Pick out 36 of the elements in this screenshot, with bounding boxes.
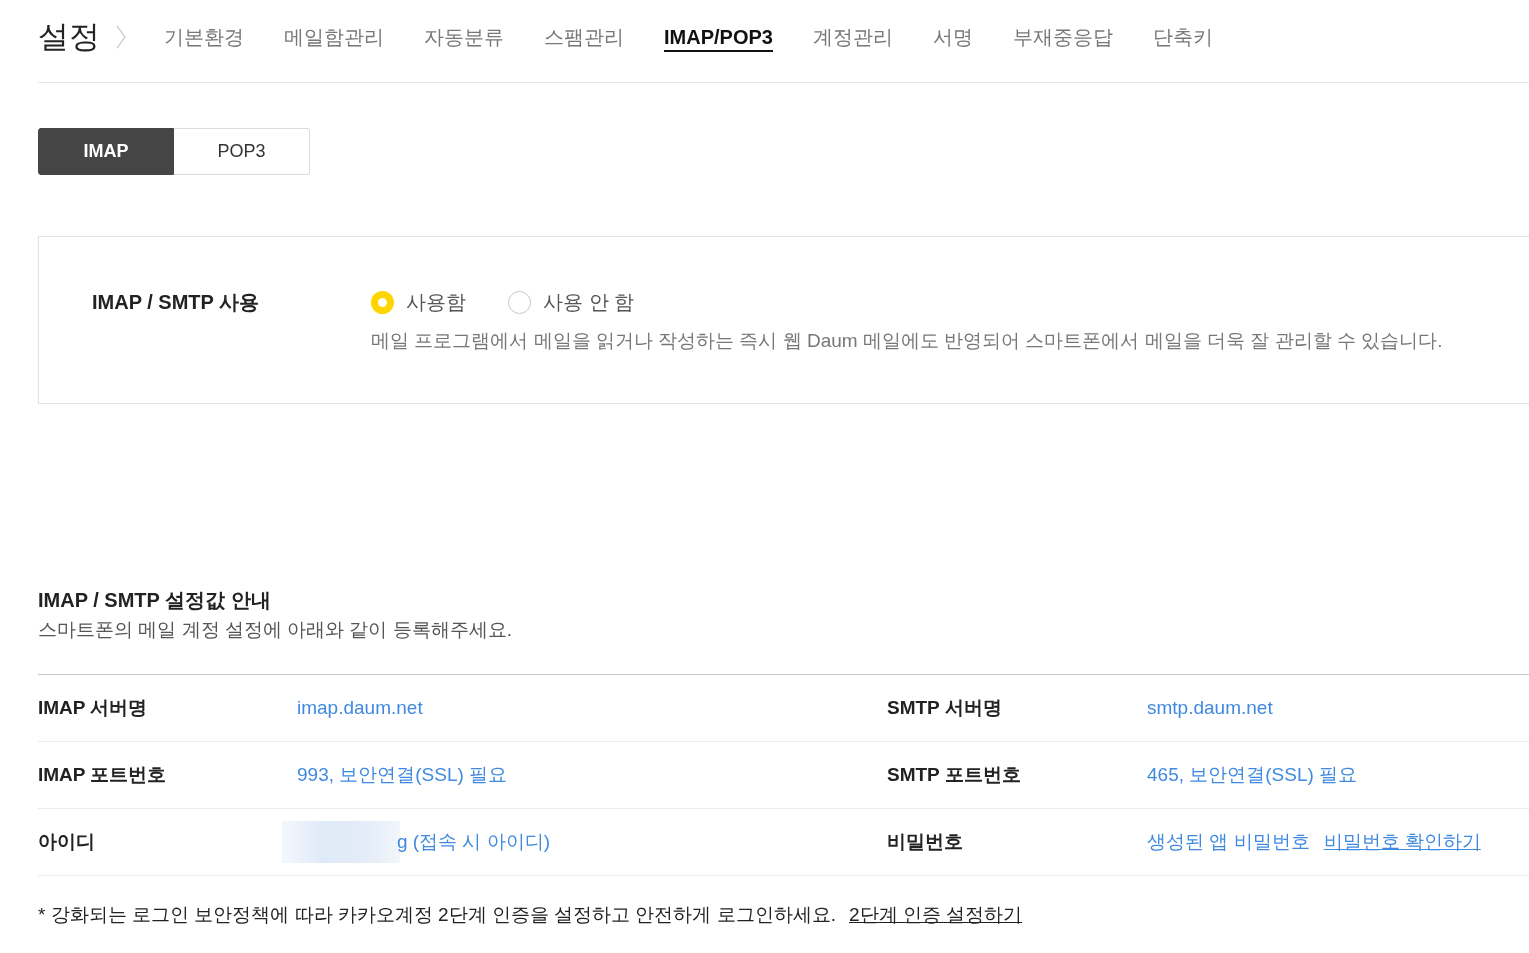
nav-tab[interactable]: 자동분류: [424, 22, 504, 52]
radio-button[interactable]: [371, 290, 394, 314]
page-title: 설정: [38, 19, 100, 55]
chevron-right-icon: [116, 25, 126, 49]
panel-description: 메일 프로그램에서 메일을 읽거나 작성하는 즉시 웹 Daum 메일에도 반영되어 스마트폰에서 메일을 더욱 잘 관리할 수 있습니다.: [371, 329, 1443, 353]
setting-label: IMAP 서버명: [38, 696, 148, 720]
section-title: IMAP / SMTP 설정값 안내: [38, 588, 271, 613]
nav-tab[interactable]: 계정관리: [812, 22, 893, 52]
protocol-tab[interactable]: POP3: [174, 128, 310, 175]
nav-tab[interactable]: 단축키: [1152, 22, 1213, 52]
setting-value: imap.daum.net: [297, 697, 423, 719]
password-check-link[interactable]: 비밀번호 확인하기: [1323, 829, 1481, 855]
nav-tab[interactable]: 부재중응답: [1012, 22, 1113, 52]
setting-value: 생성된 앱 비밀번호: [1147, 830, 1310, 854]
section-subtitle: 스마트폰의 메일 계정 설정에 아래와 같이 등록해주세요.: [38, 618, 512, 642]
setting-label: IMAP 포트번호: [38, 763, 167, 787]
setting-label: SMTP 서버명: [887, 696, 1002, 720]
setting-label: 아이디: [38, 830, 95, 854]
setting-label: 비밀번호: [887, 830, 963, 854]
nav-tab[interactable]: 기본환경: [164, 22, 244, 52]
nav-tab[interactable]: IMAP/POP3: [664, 22, 773, 52]
setting-label: SMTP 포트번호: [887, 763, 1021, 787]
setting-value: smtp.daum.net: [1147, 697, 1273, 719]
setting-value: 465, 보안연결(SSL) 필요: [1147, 763, 1358, 787]
panel-label: IMAP / SMTP 사용: [92, 290, 260, 315]
protocol-tab[interactable]: IMAP: [38, 128, 174, 175]
nav-tab[interactable]: 서명: [932, 22, 973, 52]
radio-label[interactable]: 사용 안 함: [543, 287, 635, 317]
two-step-setup-link[interactable]: 2단계 인증 설정하기: [849, 902, 1023, 928]
setting-value: 993, 보안연결(SSL) 필요: [297, 763, 508, 787]
nav-tab[interactable]: 메일함관리: [284, 22, 384, 52]
notice-text: * 강화되는 로그인 보안정책에 따라 카카오계정 2단계 인증을 설정하고 안전하게 로그인하세요.: [38, 903, 837, 927]
nav-tab[interactable]: 스팸관리: [544, 22, 624, 52]
setting-value: g (접속 시 아이디): [397, 830, 551, 854]
radio-button[interactable]: [508, 290, 531, 314]
radio-label[interactable]: 사용함: [406, 287, 466, 317]
